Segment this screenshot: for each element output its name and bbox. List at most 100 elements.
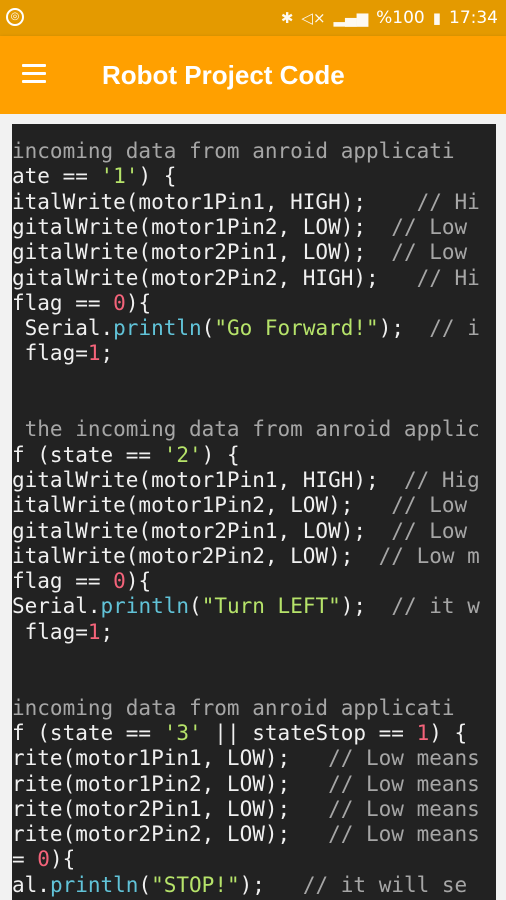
code-token: flag == <box>12 569 114 594</box>
code-line: gitalWrite(motor2Pin1, LOW); // Low <box>12 240 467 264</box>
code-line: flag == 0){ <box>12 291 151 315</box>
code-token: ){ <box>125 569 152 594</box>
page-title: Robot Project Code <box>102 60 345 90</box>
code-token: ) { <box>138 164 177 189</box>
code-token: incoming data from anroid applicati <box>12 695 455 720</box>
code-token: flag == <box>12 290 114 315</box>
code-token: '1' <box>100 164 139 189</box>
code-token: ){ <box>49 847 76 872</box>
code-line: rite(motor1Pin2, LOW); // Low means <box>12 772 480 796</box>
code-line: f (state == '2') { <box>12 443 240 467</box>
code-token: 0 <box>113 569 126 594</box>
code-token: // Low <box>391 240 468 265</box>
code-token: Serial. <box>12 594 101 619</box>
code-token: ) { <box>201 442 240 467</box>
code-line: flag=1; <box>12 341 114 366</box>
code-line: incoming data from anroid applicati <box>12 139 455 163</box>
code-token: ; <box>100 341 114 366</box>
code-token: // Low means <box>328 796 480 821</box>
status-bar-right: ✱ ◁× ▂▄▆ %100 ▮ 17:34 <box>281 6 498 30</box>
code-token: println <box>113 316 202 341</box>
bluetooth-icon: ✱ <box>280 9 294 27</box>
code-line: italWrite(motor1Pin1, HIGH); // Hi <box>12 190 480 214</box>
code-token: // it w <box>391 594 480 619</box>
code-token: ; <box>100 619 114 644</box>
code-line: italWrite(motor1Pin2, LOW); // Low <box>12 493 467 517</box>
code-token: ( <box>189 594 202 619</box>
code-token: ); <box>239 872 303 897</box>
code-token: the incoming data from anroid applic <box>12 417 480 442</box>
code-token: 1 <box>87 619 101 644</box>
battery-icon: ▮ <box>432 9 441 27</box>
code-token: println <box>100 594 190 619</box>
code-token: al. <box>12 872 50 897</box>
code-line: incoming data from anroid applicati <box>12 696 455 720</box>
app-bar: Robot Project Code <box>0 36 506 114</box>
hamburger-menu-icon[interactable] <box>18 58 50 90</box>
code-token: ate == <box>12 164 101 189</box>
code-token: gitalWrite(motor1Pin2, LOW); <box>12 214 392 239</box>
code-token: flag= <box>12 341 88 366</box>
code-token: 0 <box>37 847 50 872</box>
code-line: Serial.println("Turn LEFT"); // it w <box>12 594 480 618</box>
code-token: gitalWrite(motor2Pin1, LOW); <box>12 240 392 265</box>
code-token: gitalWrite(motor2Pin1, LOW); <box>12 518 392 543</box>
signal-icon: ▂▄▆ <box>333 9 369 27</box>
code-token: flag= <box>12 619 88 644</box>
clock: 17:34 <box>449 8 498 28</box>
code-token: incoming data from anroid applicati <box>12 139 455 163</box>
code-view[interactable]: incoming data from anroid applicati ate =… <box>12 124 496 900</box>
code-token: gitalWrite(motor2Pin2, HIGH); <box>12 265 417 290</box>
code-token: rite(motor2Pin1, LOW); <box>12 796 329 821</box>
code-line: gitalWrite(motor2Pin1, LOW); // Low <box>12 519 467 543</box>
code-token: // Low means <box>328 822 480 847</box>
code-token: || stateStop == <box>201 720 417 745</box>
code-token: // Low m <box>378 543 480 568</box>
code-line: the incoming data from anroid applic <box>12 417 480 441</box>
code-token: // Low <box>391 518 468 543</box>
code-token: ){ <box>125 290 152 315</box>
code-token: italWrite(motor2Pin2, LOW); <box>12 543 379 568</box>
code-token: rite(motor2Pin2, LOW); <box>12 822 329 847</box>
code-line: gitalWrite(motor2Pin2, HIGH); // Hi <box>12 266 480 290</box>
code-token: "STOP!" <box>151 872 240 897</box>
code-token: "Go Forward!" <box>214 316 379 341</box>
code-token: // i <box>429 316 480 341</box>
code-token: '3' <box>163 720 202 745</box>
code-token: italWrite(motor1Pin2, LOW); <box>12 493 392 518</box>
code-token: // Low <box>391 493 468 518</box>
code-token: ( <box>201 316 215 341</box>
code-line: ate == '1') { <box>12 164 176 188</box>
code-token: ( <box>138 872 152 897</box>
mute-icon: ◁× <box>301 9 326 27</box>
code-line: italWrite(motor2Pin2, LOW); // Low m <box>12 544 480 568</box>
code-line: rite(motor2Pin1, LOW); // Low means <box>12 797 480 821</box>
code-line: flag == 0){ <box>12 569 151 593</box>
code-token: 1 <box>87 341 101 366</box>
code-token: ); <box>378 316 430 341</box>
code-token: "Turn LEFT" <box>201 594 341 619</box>
code-token: // it will se <box>302 872 468 897</box>
code-line: = 0){ <box>12 847 75 871</box>
code-token: f (state == <box>12 720 164 745</box>
code-token: // Hi <box>416 265 480 290</box>
code-token: rite(motor1Pin2, LOW); <box>12 771 329 796</box>
code-token: rite(motor1Pin1, LOW); <box>12 746 329 771</box>
battery-level: %100 <box>376 8 425 28</box>
code-token: Serial. <box>12 316 114 341</box>
code-token: '2' <box>163 442 202 467</box>
code-token: 1 <box>416 720 430 745</box>
code-line: Serial.println("Go Forward!"); // i <box>12 316 480 340</box>
code-token: ); <box>340 594 392 619</box>
code-token: // Hig <box>403 467 480 492</box>
code-line: al.println("STOP!"); // it will se <box>12 873 467 897</box>
status-bar: ◎ ✱ ◁× ▂▄▆ %100 ▮ 17:34 <box>0 0 506 36</box>
code-token: // Low <box>391 214 468 239</box>
code-token: = <box>12 847 38 872</box>
code-token: gitalWrite(motor1Pin1, HIGH); <box>12 467 404 492</box>
main-content: incoming data from anroid applicati ate =… <box>0 114 506 900</box>
code-token: // Low means <box>328 771 480 796</box>
code-token: // Low means <box>328 746 480 771</box>
code-token: 0 <box>113 290 126 315</box>
code-token: println <box>49 872 139 897</box>
